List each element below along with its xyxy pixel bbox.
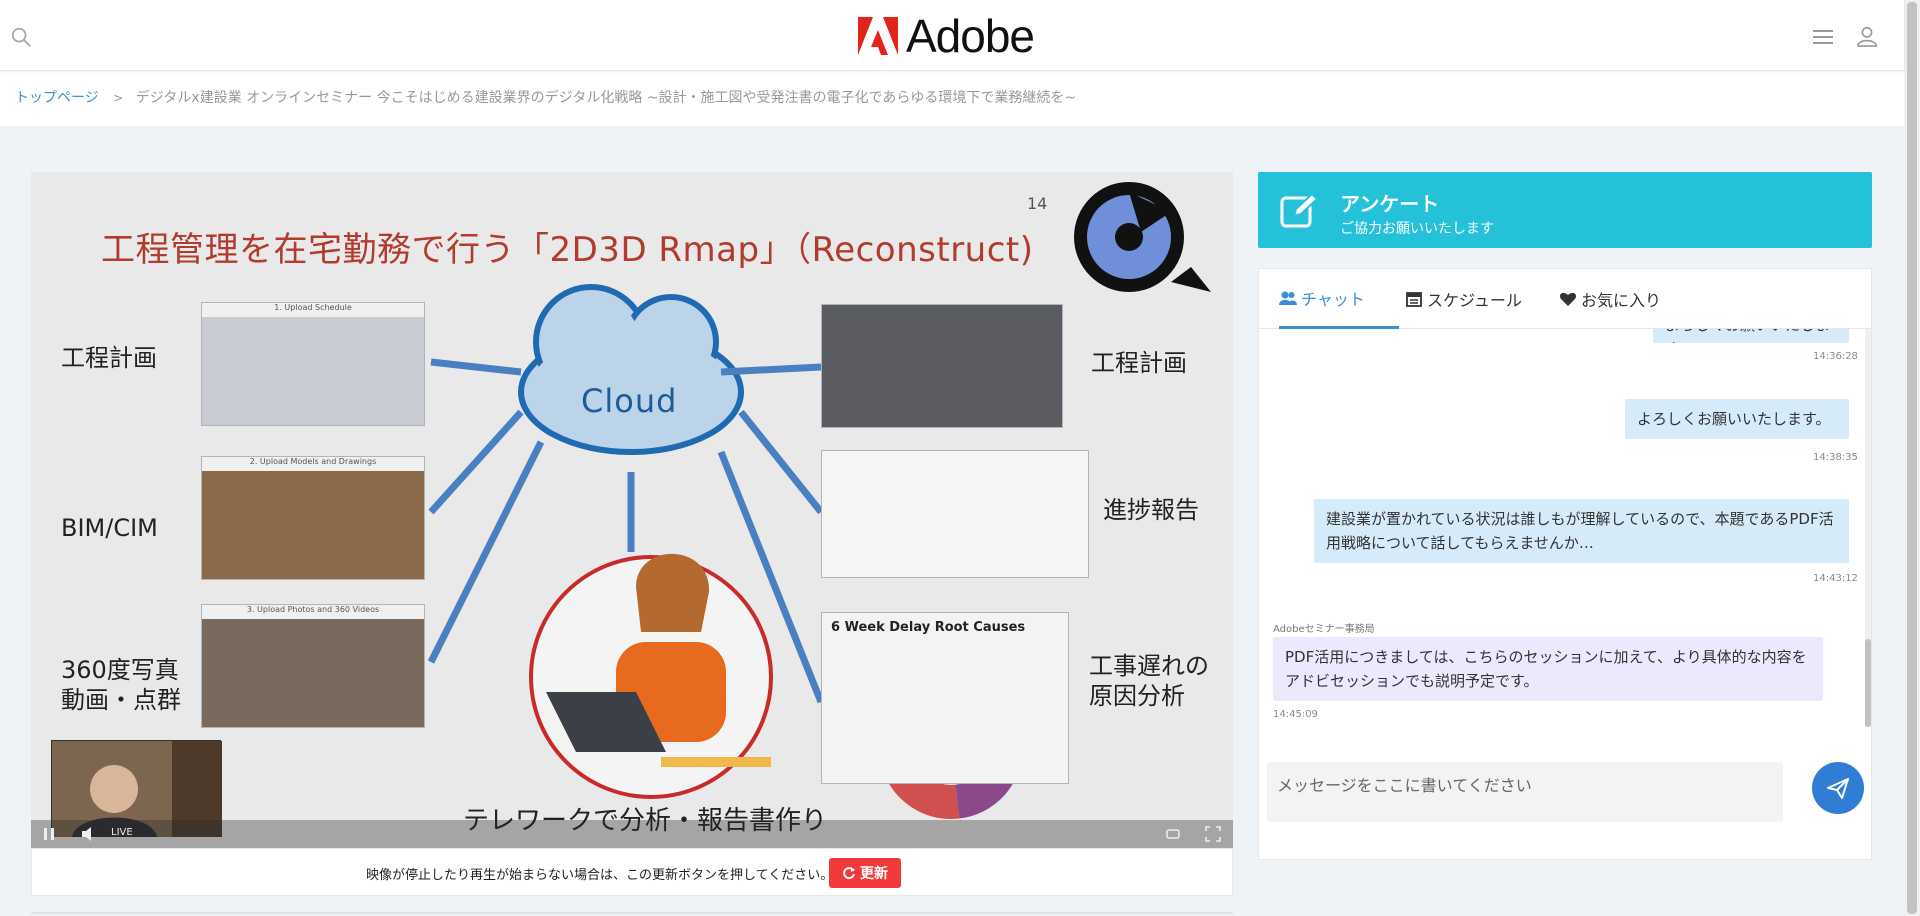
left-label-video: 動画・点群 <box>61 686 181 714</box>
breadcrumb: トップページ > デジタルx建設業 オンラインセミナー 今こそはじめる建設業界の… <box>15 87 1076 107</box>
chat-message-time: 14:45:09 <box>1273 709 1318 720</box>
refresh-icon <box>843 867 855 880</box>
chat-message-outgoing: 建設業が置かれている状況は誰しもが理解しているので、本題であるPDF活用戦略につ… <box>1314 499 1849 563</box>
reel-logo <box>1074 182 1211 292</box>
chat-message-text: よろしくお願いいたします。 <box>1637 410 1831 428</box>
chat-scrollbar-thumb[interactable] <box>1865 639 1871 727</box>
chat-message-time: 14:38:35 <box>1813 452 1858 463</box>
right-label-delay: 工事遅れの <box>1089 652 1209 680</box>
video-player[interactable]: 14 工程管理を在宅勤務で行う「2D3D Rmap」（Reconstruct) … <box>31 172 1233 848</box>
search-icon[interactable] <box>10 26 32 48</box>
right-label-schedule: 工程計画 <box>1091 349 1187 377</box>
chat-message-input[interactable] <box>1267 762 1783 822</box>
adobe-logo-mark-icon <box>858 17 898 55</box>
slide-number: 14 <box>1027 194 1048 213</box>
hamburger-menu-icon[interactable] <box>1813 28 1833 46</box>
left-label-photo: 360度写真 <box>61 656 179 684</box>
refresh-button-label: 更新 <box>860 866 888 882</box>
right-label-cause: 原因分析 <box>1089 682 1185 710</box>
top-header: Adobe <box>0 0 1904 70</box>
thumb-delay-chart <box>821 612 1069 784</box>
delay-chart-title: 6 Week Delay Root Causes <box>831 620 1026 635</box>
chat-message-incoming: PDF活用につきましては、こちらのセッションに加えて、より具体的な内容をアドビセ… <box>1273 637 1823 701</box>
tab-schedule[interactable]: スケジュール <box>1405 269 1522 329</box>
tab-schedule-label: スケジュール <box>1427 291 1522 310</box>
chevron-right-icon: > <box>113 91 124 105</box>
cloud-label: Cloud <box>581 382 678 420</box>
chat-message-outgoing: よろしくお願いいたします。 <box>1625 399 1849 439</box>
edit-icon <box>1280 192 1318 228</box>
tab-favorites[interactable]: お気に入り <box>1559 269 1661 329</box>
breadcrumb-bar: トップページ > デジタルx建設業 オンラインセミナー 今こそはじめる建設業界の… <box>0 70 1904 126</box>
live-indicator: LIVE <box>111 827 133 838</box>
right-label-progress: 進捗報告 <box>1103 496 1199 524</box>
volume-icon[interactable] <box>81 826 97 842</box>
video-controls: LIVE <box>31 820 1233 848</box>
tab-chat-label: チャット <box>1301 289 1365 309</box>
chat-message-text: 建設業が置かれている状況は誰しもが理解しているので、本題であるPDF活用戦略につ… <box>1326 510 1834 552</box>
page-scrollbar[interactable] <box>1904 0 1920 916</box>
adobe-logo[interactable]: Adobe <box>858 10 1035 62</box>
chat-message-time: 14:36:28 <box>1813 351 1858 362</box>
settings-icon[interactable] <box>1165 826 1181 842</box>
refresh-button[interactable]: 更新 <box>829 858 901 888</box>
thumb-caption: 2. Upload Models and Drawings <box>202 457 424 471</box>
left-label-bim: BIM/CIM <box>61 514 158 542</box>
chat-message-time: 14:43:12 <box>1813 573 1858 584</box>
brand-name: Adobe <box>906 10 1035 62</box>
tab-chat[interactable]: チャット <box>1279 269 1399 329</box>
thumb-caption: 3. Upload Photos and 360 Videos <box>202 605 424 619</box>
thumb-photos: 3. Upload Photos and 360 Videos <box>201 604 425 728</box>
chat-message-text: PDF活用につきましては、こちらのセッションに加えて、より具体的な内容をアドビセ… <box>1285 648 1807 690</box>
thumb-models: 2. Upload Models and Drawings <box>201 456 425 580</box>
thumb-progress-report <box>821 450 1089 578</box>
pause-icon[interactable] <box>41 826 57 842</box>
slide-title: 工程管理を在宅勤務で行う「2D3D Rmap」（Reconstruct) <box>101 230 1034 270</box>
paper-plane-icon <box>1827 778 1849 799</box>
thumb-schedule: 1. Upload Schedule <box>201 302 425 426</box>
calendar-icon <box>1406 292 1422 307</box>
fullscreen-icon[interactable] <box>1205 826 1221 842</box>
send-button[interactable] <box>1812 762 1864 814</box>
survey-title: アンケート <box>1340 192 1440 216</box>
breadcrumb-current: デジタルx建設業 オンラインセミナー 今こそはじめる建設業界のデジタル化戦略 ~… <box>135 90 1077 106</box>
users-icon <box>1279 291 1297 305</box>
refresh-message: 映像が停止したり再生が始まらない場合は、この更新ボタンを押してください。 <box>366 868 834 883</box>
content-bottom-border <box>31 912 1233 914</box>
thumb-caption: 1. Upload Schedule <box>202 303 424 317</box>
desk <box>661 757 771 767</box>
chat-scrollbar[interactable] <box>1865 329 1871 727</box>
thumb-worker-photo <box>821 304 1063 428</box>
tab-favorites-label: お気に入り <box>1581 291 1662 310</box>
refresh-bar: 映像が停止したり再生が始まらない場合は、この更新ボタンを押してください。 更新 <box>31 848 1233 896</box>
chat-message-outgoing: よろしくお願いいたします。 <box>1653 329 1849 343</box>
survey-subtitle: ご協力お願いいたします <box>1340 221 1494 237</box>
person-hair <box>636 553 710 632</box>
chat-message-sender: Adobeセミナー事務局 <box>1273 624 1375 635</box>
heart-icon <box>1559 292 1577 306</box>
chat-message-list[interactable]: よろしくお願いいたします。 14:36:28 よろしくお願いいたします。 14:… <box>1259 329 1871 727</box>
cloud-shape <box>518 284 744 455</box>
left-label-schedule: 工程計画 <box>61 344 157 372</box>
page-scrollbar-thumb[interactable] <box>1907 2 1917 914</box>
breadcrumb-home-link[interactable]: トップページ <box>15 90 99 106</box>
chat-message-text: よろしくお願いいたします。 <box>1665 329 1830 343</box>
survey-banner[interactable]: アンケート ご協力お願いいたします <box>1258 172 1872 248</box>
user-icon[interactable] <box>1856 25 1878 47</box>
panel-tabs: チャット スケジュール お気に入り <box>1259 269 1871 329</box>
